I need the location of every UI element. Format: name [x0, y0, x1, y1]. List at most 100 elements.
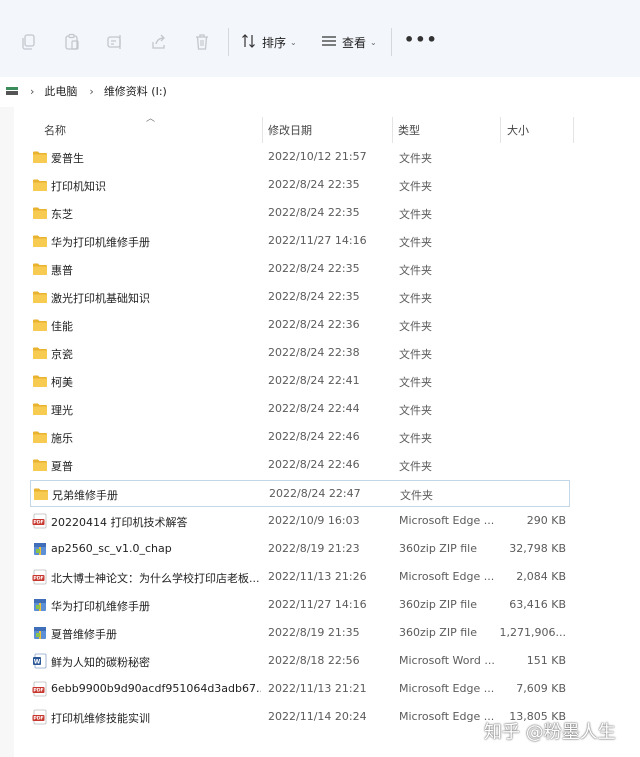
file-date: 2022/8/19 21:35	[268, 626, 360, 639]
folder-icon	[32, 205, 48, 221]
svg-text:W: W	[34, 659, 41, 666]
view-button[interactable]: 查看 ⌄	[321, 31, 377, 53]
zip-icon	[32, 597, 48, 613]
table-row[interactable]: PDF 北大博士神论文：为什么学校打印店老板... 2022/11/13 21:26…	[30, 564, 570, 591]
table-row[interactable]: 打印机知识 2022/8/24 22:35 文件夹	[30, 172, 570, 199]
file-name: 理光	[51, 404, 73, 417]
file-size: 2,084 KB	[516, 570, 566, 583]
column-date[interactable]: 修改日期	[268, 122, 312, 138]
table-row[interactable]: 施乐 2022/8/24 22:46 文件夹	[30, 424, 570, 451]
file-date: 2022/10/9 16:03	[268, 514, 360, 527]
table-row[interactable]: 京瓷 2022/8/24 22:38 文件夹	[30, 340, 570, 367]
column-header: ︿ 名称 修改日期 类型 大小	[0, 107, 640, 143]
share-icon[interactable]	[150, 33, 168, 51]
file-type: 文件夹	[399, 460, 432, 473]
folder-icon	[32, 429, 48, 445]
file-date: 2022/8/24 22:46	[268, 430, 360, 443]
table-row[interactable]: 华为打印机维修手册 2022/11/27 14:16 360zip ZIP file…	[30, 592, 570, 619]
file-name: 激光打印机基础知识	[51, 292, 150, 305]
pdf-icon: PDF	[32, 569, 48, 585]
table-row[interactable]: 东芝 2022/8/24 22:35 文件夹	[30, 200, 570, 227]
table-row[interactable]: 华为打印机维修手册 2022/11/27 14:16 文件夹	[30, 228, 570, 255]
table-row[interactable]: 爱普生 2022/10/12 21:57 文件夹	[30, 144, 570, 171]
file-type: 文件夹	[399, 320, 432, 333]
pdf-icon: PDF	[32, 513, 48, 529]
pdf-icon: PDF	[32, 681, 48, 697]
folder-icon	[32, 149, 48, 165]
table-row[interactable]: 夏普维修手册 2022/8/19 21:35 360zip ZIP file 1,27…	[30, 620, 570, 647]
file-type: Microsoft Word ...	[399, 654, 495, 667]
column-divider[interactable]	[500, 117, 501, 143]
file-name: 6ebb9900b9d90acdf951064d3adb67...	[51, 682, 261, 695]
file-name: 惠普	[51, 264, 73, 277]
table-row[interactable]: 激光打印机基础知识 2022/8/24 22:35 文件夹	[30, 284, 570, 311]
table-row[interactable]: 佳能 2022/8/24 22:36 文件夹	[30, 312, 570, 339]
table-row[interactable]: ap2560_sc_v1.0_chap 2022/8/19 21:23 360zip…	[30, 536, 570, 563]
drive-icon	[6, 87, 18, 95]
file-type: 文件夹	[399, 208, 432, 221]
file-date: 2022/11/13 21:26	[268, 570, 367, 583]
column-size[interactable]: 大小	[507, 122, 529, 138]
sort-button[interactable]: 排序 ⌄	[241, 31, 297, 53]
table-row[interactable]: PDF 6ebb9900b9d90acdf951064d3adb67... 2022…	[30, 676, 570, 703]
folder-icon	[32, 289, 48, 305]
column-divider[interactable]	[262, 117, 263, 143]
command-bar: 排序 ⌄ 查看 ⌄ •••	[0, 0, 640, 84]
file-type: 文件夹	[399, 404, 432, 417]
chevron-down-icon: ⌄	[290, 37, 297, 47]
folder-icon	[32, 261, 48, 277]
file-type: 360zip ZIP file	[399, 542, 477, 555]
file-date: 2022/10/12 21:57	[268, 150, 367, 163]
file-name: 华为打印机维修手册	[51, 600, 150, 613]
breadcrumb: › 此电脑 › 维修资料 (I:)	[0, 77, 640, 105]
word-icon: W	[32, 653, 48, 669]
delete-icon[interactable]	[193, 33, 211, 51]
paste-icon[interactable]	[63, 33, 81, 51]
svg-text:PDF: PDF	[33, 688, 43, 694]
table-row[interactable]: 理光 2022/8/24 22:44 文件夹	[30, 396, 570, 423]
table-row[interactable]: 夏普 2022/8/24 22:46 文件夹	[30, 452, 570, 479]
toolbar-divider	[228, 28, 229, 56]
folder-icon	[32, 373, 48, 389]
column-name[interactable]: 名称	[44, 122, 66, 138]
table-row[interactable]: 惠普 2022/8/24 22:35 文件夹	[30, 256, 570, 283]
svg-text:PDF: PDF	[33, 576, 43, 582]
rename-icon[interactable]	[106, 33, 124, 51]
view-label: 查看	[342, 35, 367, 50]
file-type: Microsoft Edge ...	[399, 682, 495, 695]
breadcrumb-drive[interactable]: 维修资料 (I:)	[104, 83, 167, 99]
file-name: 鲜为人知的碳粉秘密	[51, 656, 150, 669]
file-date: 2022/8/24 22:41	[268, 374, 360, 387]
folder-icon	[32, 177, 48, 193]
file-type: Microsoft Edge ...	[399, 570, 495, 583]
file-name: 20220414 打印机技术解答	[51, 516, 188, 529]
column-divider[interactable]	[392, 117, 393, 143]
pdf-icon: PDF	[32, 709, 48, 725]
copy-icon[interactable]	[20, 33, 38, 51]
folder-icon	[33, 486, 49, 502]
column-type[interactable]: 类型	[398, 122, 420, 138]
file-date: 2022/11/27 14:16	[268, 234, 367, 247]
table-row[interactable]: PDF 20220414 打印机技术解答 2022/10/9 16:03 Micros…	[30, 508, 570, 535]
column-divider[interactable]	[573, 117, 574, 143]
table-row[interactable]: 兄弟维修手册 2022/8/24 22:47 文件夹	[30, 480, 570, 507]
file-name: 爱普生	[51, 152, 84, 165]
file-name: 北大博士神论文：为什么学校打印店老板...	[51, 572, 260, 585]
file-size: 32,798 KB	[509, 542, 566, 555]
table-row[interactable]: 柯美 2022/8/24 22:41 文件夹	[30, 368, 570, 395]
file-type: 文件夹	[400, 489, 433, 502]
file-date: 2022/8/24 22:35	[268, 178, 360, 191]
file-name: 兄弟维修手册	[52, 489, 118, 502]
file-type: 文件夹	[399, 152, 432, 165]
file-type: Microsoft Edge ...	[399, 514, 495, 527]
file-date: 2022/8/18 22:56	[268, 654, 360, 667]
folder-icon	[32, 345, 48, 361]
table-row[interactable]: W 鲜为人知的碳粉秘密 2022/8/18 22:56 Microsoft Word …	[30, 648, 570, 675]
more-icon[interactable]: •••	[404, 30, 438, 49]
file-size: 151 KB	[526, 654, 566, 667]
file-name: 夏普维修手册	[51, 628, 117, 641]
breadcrumb-this-pc[interactable]: 此电脑	[44, 83, 77, 99]
file-date: 2022/8/24 22:35	[268, 206, 360, 219]
zip-icon	[32, 541, 48, 557]
file-name: 华为打印机维修手册	[51, 236, 150, 249]
